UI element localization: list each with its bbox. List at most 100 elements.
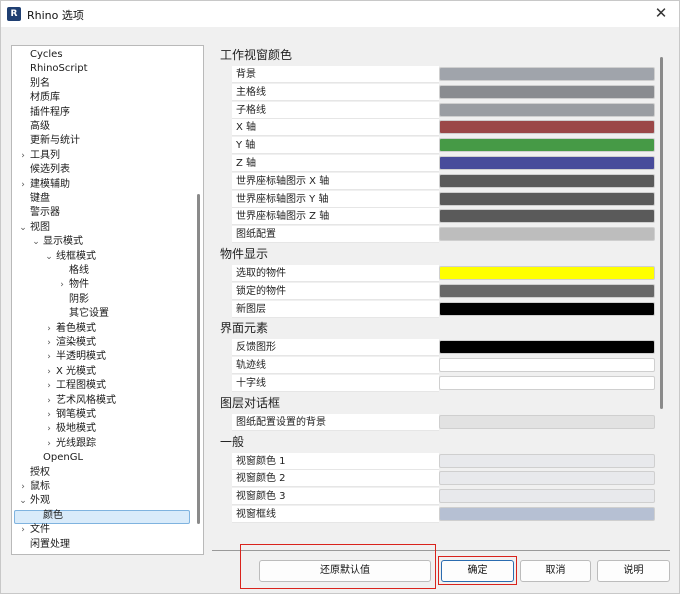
tree-item[interactable]: 鼠标 [30, 480, 50, 494]
color-swatch[interactable] [439, 102, 655, 117]
setting-label: 世界座标轴图示 Y 轴 [236, 193, 329, 205]
tree-item[interactable]: 文件 [30, 523, 50, 537]
tree-item[interactable]: RhinoScript [30, 62, 88, 76]
tree-item[interactable]: 工程图模式 [56, 379, 106, 393]
close-icon[interactable]: ✕ [653, 5, 669, 21]
tree-item[interactable]: 极地模式 [56, 422, 96, 436]
chevron-down-icon[interactable]: ⌄ [18, 221, 28, 235]
tree-item[interactable]: 显示模式 [43, 235, 83, 249]
tree-item[interactable]: OpenGL [43, 451, 83, 465]
color-swatch[interactable] [439, 340, 655, 355]
chevron-right-icon[interactable]: › [44, 379, 54, 393]
tree-item[interactable]: 外观 [30, 494, 50, 508]
setting-label-cell: 世界座标轴图示 X 轴 [232, 172, 439, 190]
rhino-app-icon: R [7, 7, 21, 21]
color-swatch[interactable] [439, 156, 655, 170]
chevron-right-icon[interactable]: › [44, 394, 54, 408]
window-title: Rhino 选项 [27, 9, 84, 22]
tree-item[interactable]: 插件程序 [30, 106, 70, 120]
tree-item[interactable]: 建模辅助 [30, 178, 70, 192]
tree-item[interactable]: 颜色 [43, 509, 63, 523]
chevron-right-icon[interactable]: › [18, 149, 28, 163]
properties-scrollbar[interactable] [660, 57, 663, 409]
tree-item[interactable]: 键盘 [30, 192, 50, 206]
color-swatch[interactable] [439, 84, 655, 99]
help-button[interactable]: 说明 [597, 560, 670, 582]
tree-item[interactable]: 工具列 [30, 149, 60, 163]
chevron-right-icon[interactable]: › [44, 322, 54, 336]
color-swatch[interactable] [439, 453, 655, 468]
color-setting-row: 图纸配置设置的背景 [232, 413, 657, 432]
cancel-button[interactable]: 取消 [520, 560, 591, 582]
tree-item[interactable]: 艺术风格模式 [56, 394, 116, 408]
chevron-right-icon[interactable]: › [44, 422, 54, 436]
section-title: 工作视窗颜色 [220, 48, 293, 62]
setting-label: Y 轴 [236, 140, 256, 152]
color-swatch[interactable] [439, 471, 655, 486]
chevron-down-icon[interactable]: ⌄ [18, 494, 28, 508]
color-setting-row: 子格线 [232, 101, 657, 120]
tree-item[interactable]: 阴影 [69, 293, 89, 307]
color-setting-row: 背景 [232, 66, 657, 84]
chevron-right-icon[interactable]: › [44, 365, 54, 379]
title-bar: R Rhino 选项 ✕ [1, 1, 679, 27]
color-swatch[interactable] [439, 227, 655, 242]
tree-item[interactable]: 物件 [69, 278, 89, 292]
setting-label-cell: 世界座标轴图示 Z 轴 [232, 208, 439, 226]
color-swatch[interactable] [439, 67, 655, 81]
tree-item[interactable]: 高级 [30, 120, 50, 134]
color-swatch[interactable] [439, 507, 655, 521]
setting-label-cell: 反馈图形 [232, 339, 439, 357]
tree-item[interactable]: 光线跟踪 [56, 437, 96, 451]
chevron-right-icon[interactable]: › [44, 350, 54, 364]
chevron-down-icon[interactable]: ⌄ [44, 250, 54, 264]
color-swatch[interactable] [439, 209, 655, 224]
setting-label: 视窗框线 [236, 509, 276, 520]
tree-item[interactable]: 格线 [69, 264, 89, 278]
color-swatch[interactable] [439, 414, 655, 429]
chevron-right-icon[interactable]: › [57, 278, 67, 292]
color-swatch[interactable] [439, 283, 655, 298]
tree-item[interactable]: 渲染模式 [56, 336, 96, 350]
chevron-right-icon[interactable]: › [18, 178, 28, 192]
options-tree[interactable]: Cycles RhinoScript 别名 材质库 插件程序 高级 更新与统计 › 工具列 候选列… [11, 45, 204, 555]
chevron-right-icon[interactable]: › [44, 437, 54, 451]
setting-label: Z 轴 [236, 158, 257, 169]
tree-item[interactable]: 线框模式 [56, 250, 96, 264]
tree-item[interactable]: 警示器 [30, 206, 60, 220]
tree-item[interactable]: 其它设置 [69, 307, 109, 321]
section-title: 界面元素 [220, 321, 269, 336]
setting-label: 世界座标轴图示 Z 轴 [236, 211, 330, 223]
tree-item[interactable]: 别名 [30, 77, 50, 91]
tree-item[interactable]: 候选列表 [30, 163, 70, 177]
tree-item[interactable]: 授权 [30, 466, 50, 480]
tree-item[interactable]: 着色模式 [56, 322, 96, 336]
chevron-right-icon[interactable]: › [44, 408, 54, 422]
color-swatch[interactable] [439, 138, 655, 153]
tree-item[interactable]: 半透明模式 [56, 350, 106, 364]
setting-label-cell: 背景 [232, 66, 439, 83]
tree-item[interactable]: 闲置处理 [30, 538, 70, 552]
tree-item[interactable]: 视图 [30, 221, 50, 235]
color-swatch[interactable] [439, 173, 655, 188]
tree-item[interactable]: 更新与统计 [30, 134, 80, 148]
color-swatch[interactable] [439, 358, 655, 373]
color-swatch[interactable] [439, 120, 655, 135]
chevron-right-icon[interactable]: › [18, 523, 28, 537]
color-swatch[interactable] [439, 376, 655, 390]
chevron-down-icon[interactable]: ⌄ [31, 235, 41, 249]
setting-label-cell: Z 轴 [232, 155, 439, 172]
tree-item[interactable]: 材质库 [30, 91, 60, 105]
color-swatch[interactable] [439, 489, 655, 504]
chevron-right-icon[interactable]: › [44, 336, 54, 350]
color-swatch[interactable] [439, 191, 655, 206]
color-setting-row: 视窗颜色 2 [232, 470, 657, 488]
setting-label: 锁定的物件 [236, 285, 286, 297]
chevron-right-icon[interactable]: › [18, 480, 28, 494]
tree-item[interactable]: 钢笔模式 [56, 408, 96, 422]
tree-item[interactable]: Cycles [30, 48, 63, 62]
tree-scrollbar[interactable] [197, 194, 200, 524]
color-swatch[interactable] [439, 266, 655, 280]
tree-item[interactable]: X 光模式 [56, 365, 96, 379]
color-swatch[interactable] [439, 301, 655, 316]
